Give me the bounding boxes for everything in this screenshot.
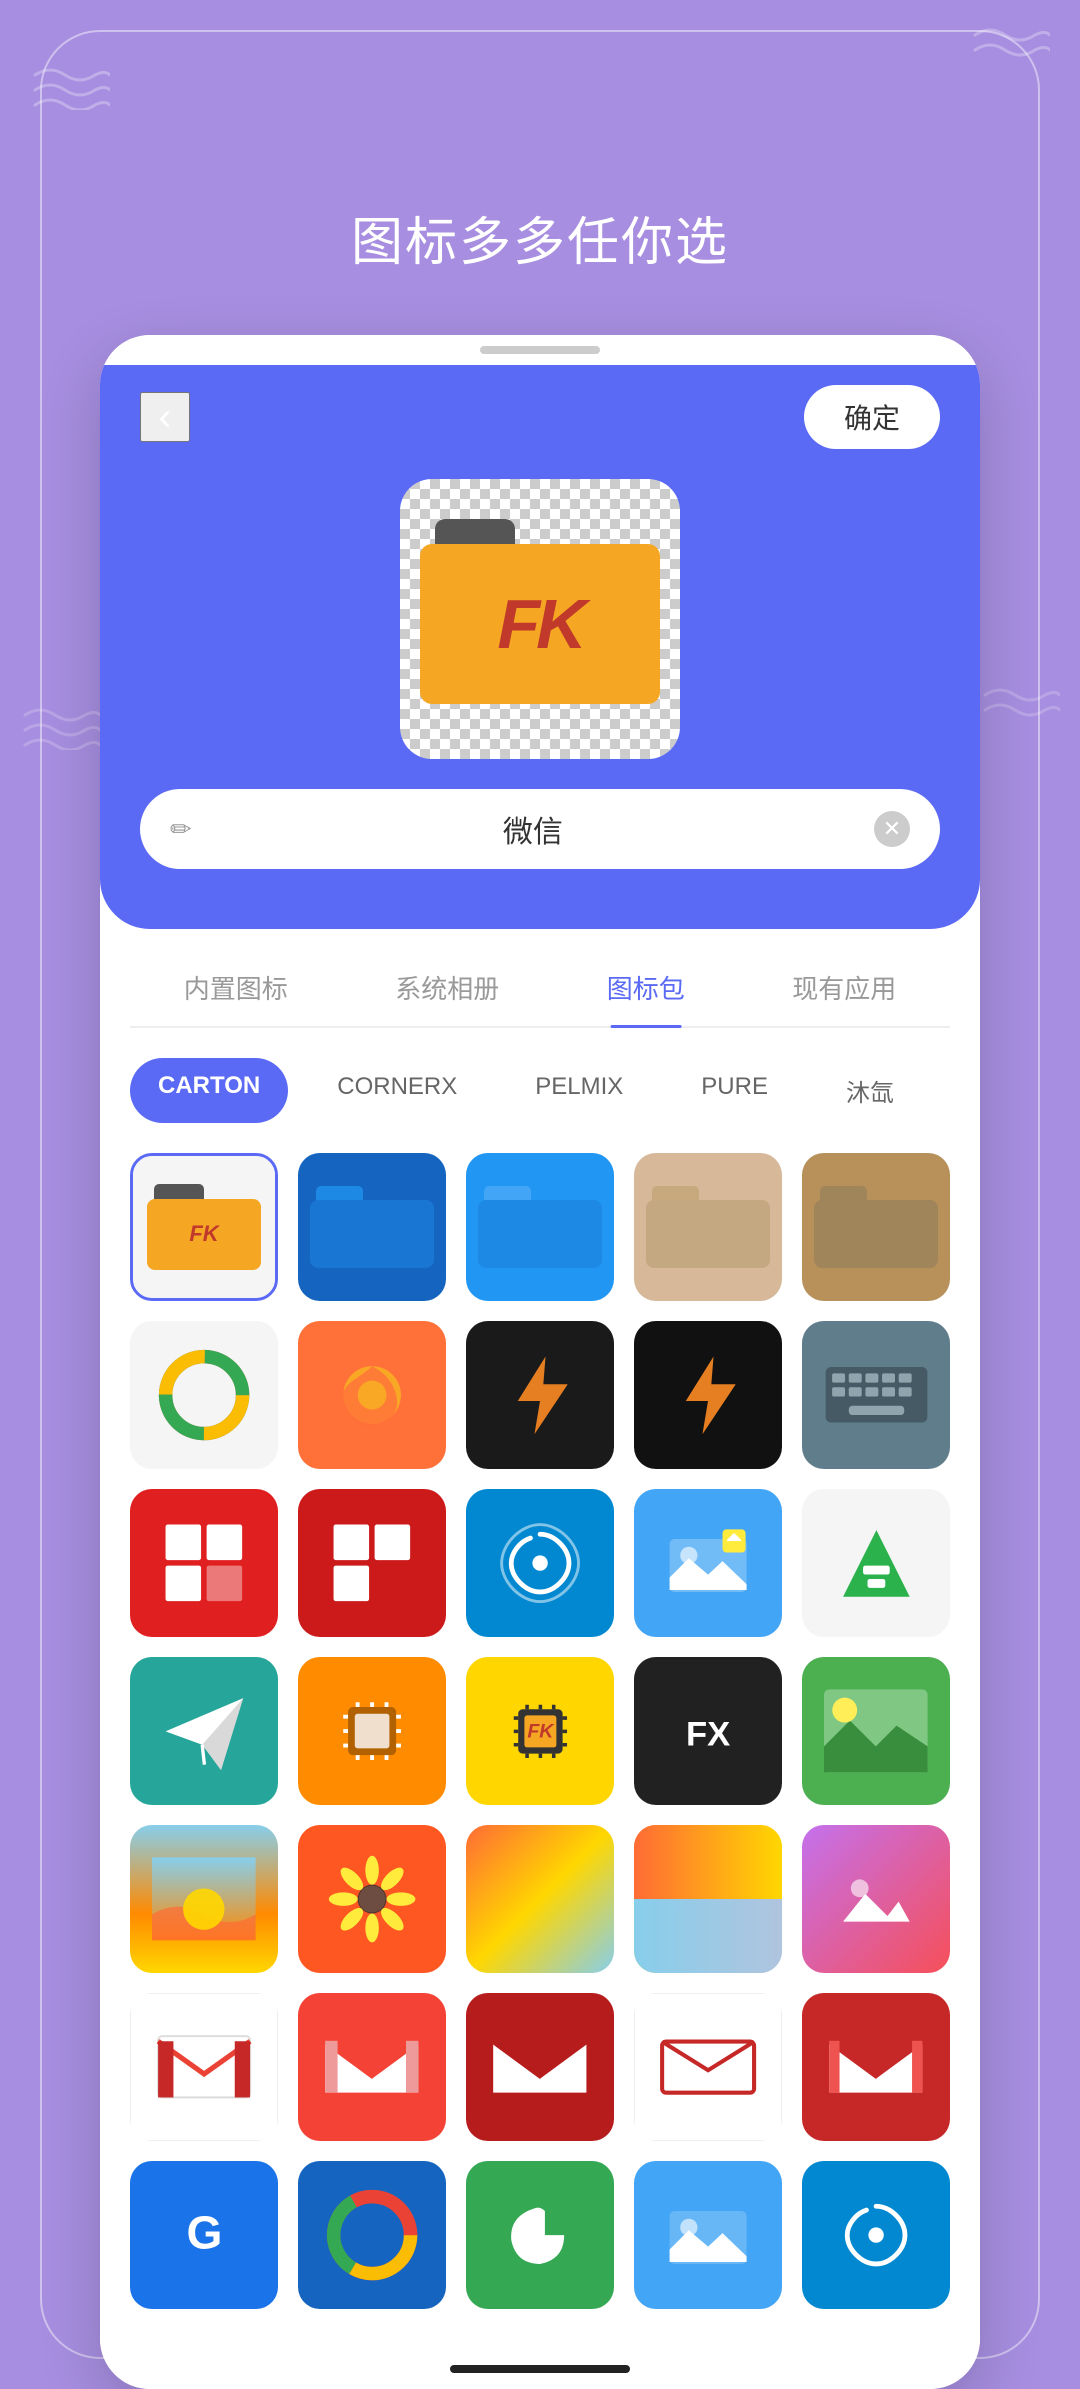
chip-row: CARTON CORNERX PELMIX PURE 沐氙: [130, 1058, 950, 1123]
chip-carton[interactable]: CARTON: [130, 1058, 288, 1123]
icon-google-search-1[interactable]: G: [130, 2161, 278, 2309]
icon-swirl-blue-2[interactable]: [802, 2161, 950, 2309]
wave-decoration-tr: [970, 20, 1050, 75]
chip-muxi[interactable]: 沐氙: [817, 1058, 923, 1123]
home-indicator: [100, 2349, 980, 2389]
phone-header: ‹ 确定 FK ✏ 微信 ✕: [100, 365, 980, 929]
notch-pill: [480, 346, 600, 354]
chip-cornerx[interactable]: CORNERX: [308, 1058, 486, 1123]
icon-gallery-blue[interactable]: [634, 1489, 782, 1637]
svg-text:FX: FX: [686, 1715, 730, 1753]
folder-body: FK: [420, 544, 660, 704]
icon-folder-bright[interactable]: [466, 1153, 614, 1301]
tab-row: 内置图标 系统相册 图标包 现有应用: [130, 959, 950, 1028]
tab-album[interactable]: 系统相册: [375, 959, 519, 1026]
icon-gmail-4[interactable]: [634, 1993, 782, 2141]
icon-gmail-3[interactable]: [466, 1993, 614, 2141]
icon-folder-dark[interactable]: [298, 1153, 446, 1301]
icon-cpu-yellow[interactable]: FK: [466, 1657, 614, 1805]
icon-keyboard[interactable]: [802, 1321, 950, 1469]
page-title: 图标多多任你选: [351, 200, 729, 275]
header-top-row: ‹ 确定: [140, 385, 940, 449]
clear-button[interactable]: ✕: [874, 811, 910, 847]
wave-decoration-tl: [30, 60, 110, 115]
icon-landscape[interactable]: [802, 1657, 950, 1805]
back-button[interactable]: ‹: [140, 392, 190, 442]
icon-gmail-1[interactable]: [130, 1993, 278, 2141]
icon-fk-folder[interactable]: FK: [130, 1153, 278, 1301]
icon-grid: FK: [130, 1153, 950, 2309]
icon-google-ring[interactable]: [130, 1321, 278, 1469]
svg-text:G: G: [186, 2206, 222, 2258]
icon-sunrise1[interactable]: [130, 1825, 278, 1973]
name-input-row[interactable]: ✏ 微信 ✕: [140, 789, 940, 869]
home-bar: [450, 2365, 630, 2373]
pencil-icon: ✏: [170, 814, 192, 845]
icon-chrome-1[interactable]: [298, 2161, 446, 2309]
tab-iconpack[interactable]: 图标包: [587, 959, 705, 1026]
icon-gmail-5[interactable]: [802, 1993, 950, 2141]
tab-current[interactable]: 现有应用: [772, 959, 916, 1026]
icon-flipboard-red2[interactable]: [298, 1489, 446, 1637]
phone-body: 内置图标 系统相册 图标包 现有应用 CARTON CORNERX PELMIX…: [100, 929, 980, 2349]
icon-gallery-multi[interactable]: [634, 1825, 782, 1973]
svg-text:FK: FK: [527, 1720, 555, 1742]
tab-builtin[interactable]: 内置图标: [164, 959, 308, 1026]
icon-cpu-gold[interactable]: [298, 1657, 446, 1805]
icon-flipboard-red1[interactable]: [130, 1489, 278, 1637]
phone-notch-bar: [100, 335, 980, 365]
chip-pure[interactable]: PURE: [672, 1058, 797, 1123]
icon-folder-tan[interactable]: [634, 1153, 782, 1301]
fk-label: FK: [497, 584, 582, 664]
icon-firefox[interactable]: [298, 1321, 446, 1469]
phone-mockup: ‹ 确定 FK ✏ 微信 ✕: [100, 335, 980, 2389]
icon-sunflower[interactable]: [298, 1825, 446, 1973]
icon-lightning-dark[interactable]: [466, 1321, 614, 1469]
icon-feedly[interactable]: [802, 1489, 950, 1637]
icon-photos-blue-1[interactable]: [634, 2161, 782, 2309]
icon-gmail-2[interactable]: [298, 1993, 446, 2141]
wave-decoration-ml: [20, 700, 100, 755]
wave-decoration-mr: [980, 680, 1060, 735]
icon-folder-brown[interactable]: [802, 1153, 950, 1301]
fk-folder-preview-icon: FK: [420, 519, 660, 719]
icon-photos-gradient[interactable]: [802, 1825, 950, 1973]
icon-paper-plane[interactable]: [130, 1657, 278, 1805]
chip-pelmix[interactable]: PELMIX: [506, 1058, 652, 1123]
icon-fx-dark[interactable]: FX: [634, 1657, 782, 1805]
back-chevron-icon: ‹: [159, 398, 172, 436]
icon-preview-container: FK: [140, 479, 940, 759]
icon-lightning-dark2[interactable]: [634, 1321, 782, 1469]
icon-name-text: 微信: [212, 807, 854, 851]
icon-google-green-1[interactable]: [466, 2161, 614, 2309]
page-wrapper: 图标多多任你选 ‹ 确定 FK: [0, 0, 1080, 2389]
icon-preview-box: FK: [400, 479, 680, 759]
icon-swirl-blue[interactable]: [466, 1489, 614, 1637]
icon-gallery-sunset[interactable]: [466, 1825, 614, 1973]
confirm-button[interactable]: 确定: [804, 385, 940, 449]
